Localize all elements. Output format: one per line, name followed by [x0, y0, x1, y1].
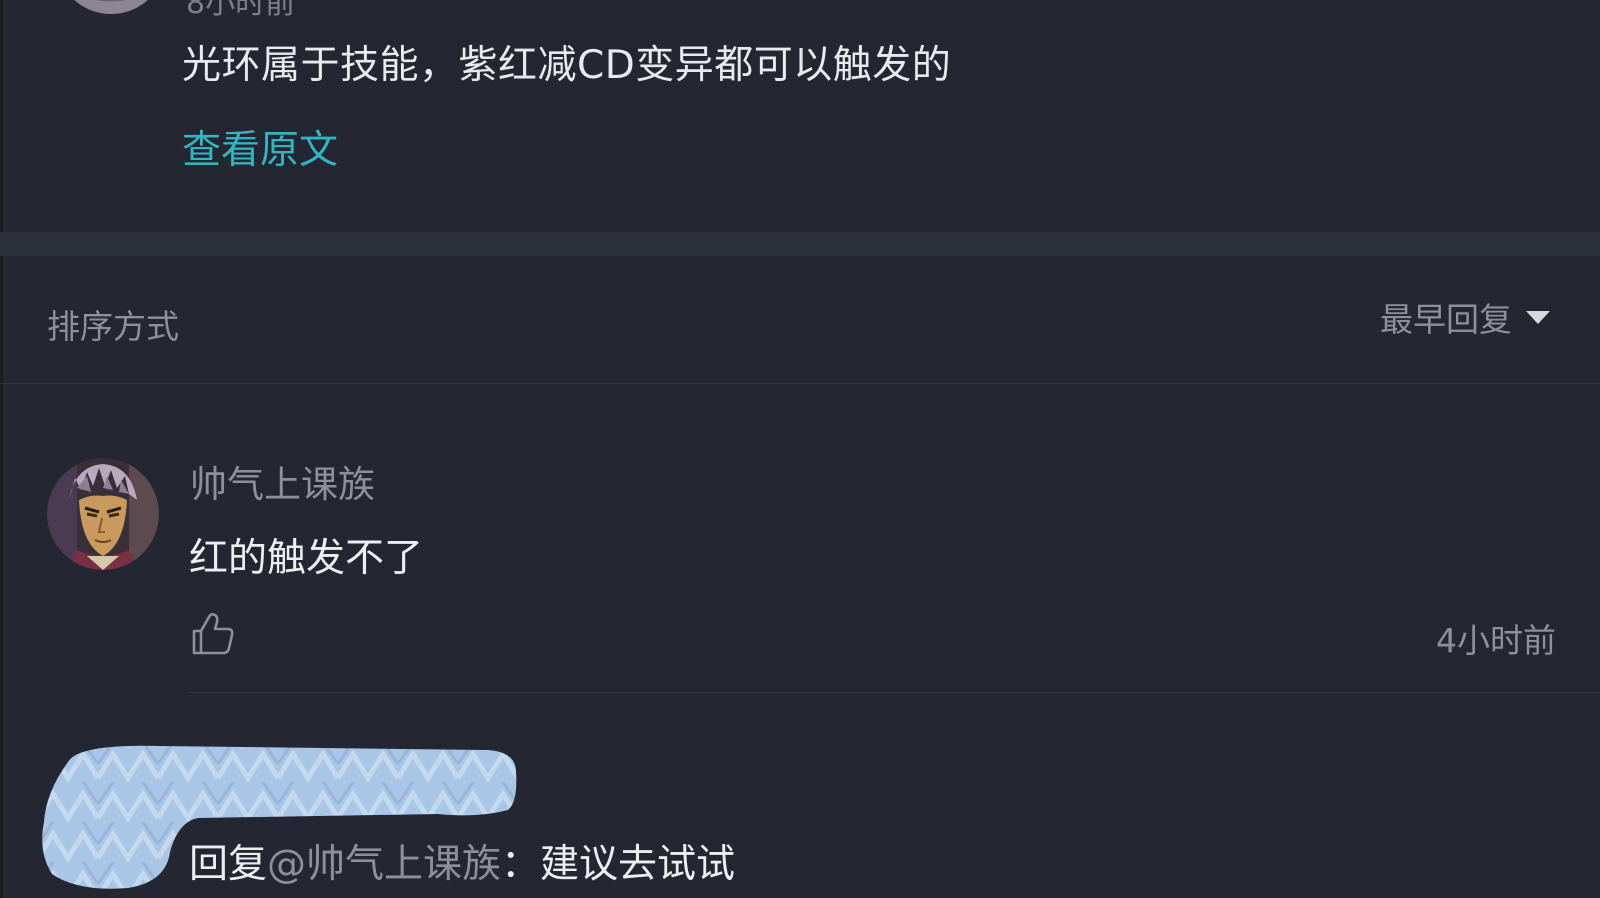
- caret-down-icon: [1524, 307, 1552, 327]
- comment-time: 4小时前: [1436, 621, 1556, 660]
- comment-text: 红的触发不了: [189, 536, 424, 581]
- view-original-link[interactable]: 查看原文: [182, 119, 338, 175]
- reply-text: 建议去试试: [540, 842, 736, 887]
- like-button[interactable]: [188, 609, 238, 659]
- previous-comment-avatar[interactable]: [56, 0, 166, 14]
- left-edge-line: [0, 0, 3, 898]
- previous-comment-time: 8小时前: [186, 0, 296, 21]
- reply-line: 回复@帅气上课族：建议去试试: [189, 833, 735, 889]
- commenter-avatar[interactable]: [47, 458, 159, 570]
- reply-prefix: 回复: [189, 842, 268, 887]
- sort-bar: 排序方式 最早回复: [0, 256, 1600, 384]
- section-divider: [0, 232, 1600, 256]
- commenter-username[interactable]: 帅气上课族: [190, 454, 375, 508]
- sort-order-dropdown[interactable]: 最早回复: [1380, 296, 1552, 339]
- reply-mention[interactable]: @帅气上课族: [267, 842, 501, 887]
- reply-separator: ：: [501, 842, 541, 887]
- sort-bar-divider: [0, 383, 1600, 384]
- sort-order-value: 最早回复: [1380, 300, 1512, 339]
- sort-label: 排序方式: [47, 307, 179, 346]
- comment-thread-screen: 8小时前 光环属于技能，紫红减CD变异都可以触发的 查看原文 排序方式 最早回复: [0, 0, 1600, 898]
- comment-divider: [188, 692, 1600, 693]
- previous-comment-text: 光环属于技能，紫红减CD变异都可以触发的: [182, 43, 952, 88]
- thumbs-up-icon: [188, 613, 238, 663]
